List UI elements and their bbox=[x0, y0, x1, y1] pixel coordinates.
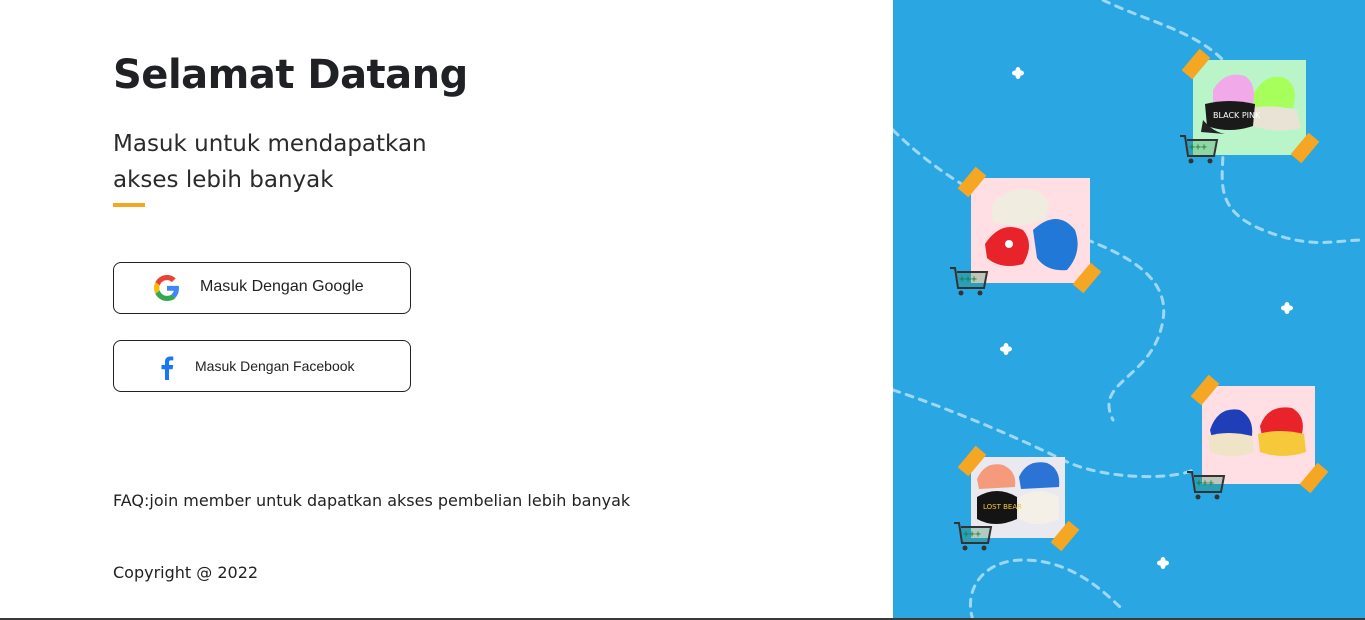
sparkle-icon bbox=[1281, 302, 1293, 314]
login-panel: Selamat Datang Masuk untuk mendapatkan a… bbox=[0, 0, 893, 620]
faq-text: FAQ:join member untuk dapatkan akses pem… bbox=[113, 491, 631, 510]
google-login-label: Masuk Dengan Google bbox=[200, 278, 364, 295]
svg-text:+++: +++ bbox=[963, 529, 981, 540]
shopping-cart-icon: +++ bbox=[1187, 471, 1226, 500]
sparkle-icon bbox=[1157, 557, 1169, 569]
shopping-cart-icon: +++ bbox=[950, 267, 989, 296]
page-title: Selamat Datang bbox=[113, 52, 468, 98]
facebook-icon bbox=[154, 355, 180, 381]
illustration-panel: BLACK PINK LOST BEAR +++ +++ +++ +++ bbox=[893, 0, 1365, 620]
sparkle-icon bbox=[1012, 67, 1024, 79]
shopping-cart-icon: +++ bbox=[1180, 135, 1219, 164]
svg-text:+++: +++ bbox=[959, 274, 977, 285]
cap-text: LOST BEAR bbox=[983, 503, 1022, 511]
page-subtitle: Masuk untuk mendapatkan akses lebih bany… bbox=[113, 131, 427, 193]
facebook-login-button[interactable]: Masuk Dengan Facebook bbox=[113, 340, 411, 392]
title-accent-bar bbox=[113, 203, 145, 207]
google-login-button[interactable]: Masuk Dengan Google bbox=[113, 262, 411, 314]
shopping-cart-icon: +++ bbox=[954, 522, 993, 551]
copyright-text: Copyright @ 2022 bbox=[113, 563, 259, 582]
facebook-login-label: Masuk Dengan Facebook bbox=[195, 358, 355, 374]
cap-text: BLACK PINK bbox=[1213, 111, 1261, 120]
sparkle-icon bbox=[1000, 343, 1012, 355]
svg-text:+++: +++ bbox=[1196, 478, 1214, 489]
google-icon bbox=[154, 275, 180, 301]
svg-text:+++: +++ bbox=[1189, 142, 1207, 153]
